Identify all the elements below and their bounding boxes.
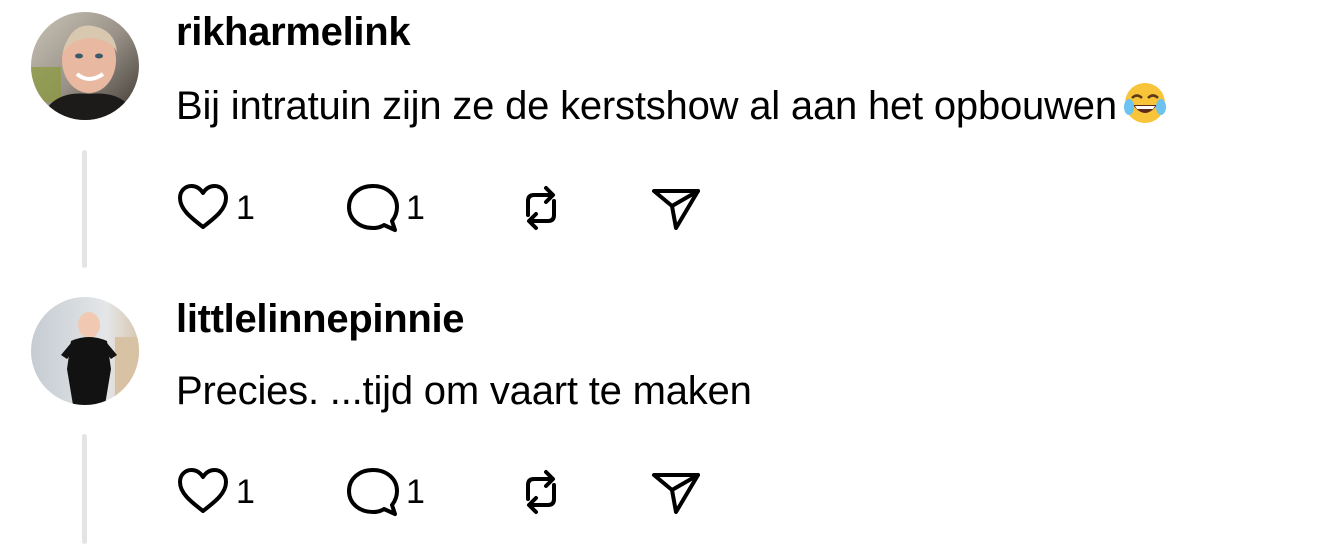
post-text-content: Precies. ...tijd om vaart te maken — [176, 369, 752, 413]
reply-count: 1 — [406, 189, 425, 227]
post-text: Precies. ...tijd om vaart te maken — [176, 367, 752, 415]
comment-icon — [346, 465, 400, 519]
repost-button[interactable] — [514, 178, 568, 238]
post-actions: 1 1 — [176, 178, 776, 238]
thread-line — [82, 434, 87, 544]
post-actions: 1 1 — [176, 462, 776, 522]
reply-count: 1 — [406, 473, 425, 511]
like-button[interactable]: 1 — [176, 462, 255, 522]
share-icon — [650, 181, 704, 235]
post-item: littlelinnepinnie Precies. ...tijd om va… — [0, 284, 1344, 544]
like-button[interactable]: 1 — [176, 178, 255, 238]
share-button[interactable] — [650, 178, 704, 238]
heart-icon — [176, 465, 230, 519]
username[interactable]: littlelinnepinnie — [176, 295, 465, 343]
repost-icon — [514, 465, 568, 519]
share-icon — [650, 465, 704, 519]
comment-icon — [346, 181, 400, 235]
thread-line — [82, 150, 87, 268]
post-text-content: Bij intratuin zijn ze de kerstshow al aa… — [176, 84, 1117, 128]
post-text: Bij intratuin zijn ze de kerstshow al aa… — [176, 81, 1167, 136]
username[interactable]: rikharmelink — [176, 8, 411, 56]
reply-button[interactable]: 1 — [346, 462, 425, 522]
reply-button[interactable]: 1 — [346, 178, 425, 238]
repost-button[interactable] — [514, 462, 568, 522]
post-item: rikharmelink Bij intratuin zijn ze de ke… — [0, 0, 1344, 284]
share-button[interactable] — [650, 462, 704, 522]
like-count: 1 — [236, 189, 255, 227]
repost-icon — [514, 181, 568, 235]
like-count: 1 — [236, 473, 255, 511]
avatar[interactable] — [31, 297, 139, 405]
laughing-emoji-icon — [1123, 81, 1167, 136]
avatar[interactable] — [31, 12, 139, 120]
heart-icon — [176, 181, 230, 235]
